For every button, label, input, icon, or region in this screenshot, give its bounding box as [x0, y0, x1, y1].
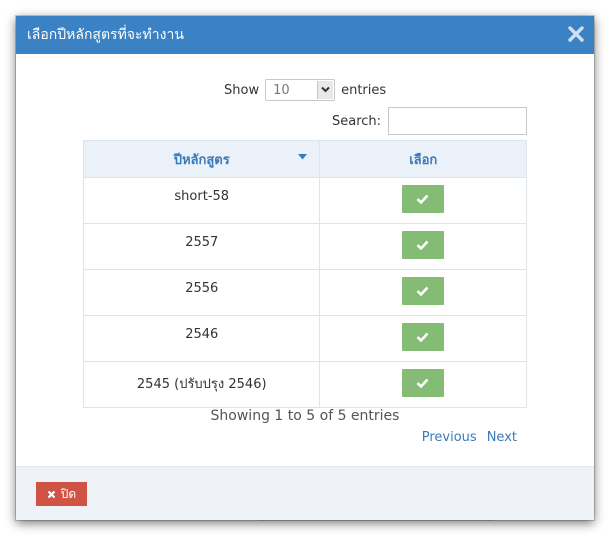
chevron-down-icon[interactable] [317, 81, 334, 99]
select-row-button[interactable] [402, 369, 445, 397]
column-header-select-label: เลือก [409, 152, 438, 168]
row-action-cell [319, 315, 527, 362]
next-page-link[interactable]: Next [487, 430, 517, 445]
entries-select-value: 10 [273, 83, 290, 98]
show-label: Show [224, 82, 260, 98]
search-control: Search: [332, 107, 528, 135]
column-header-year[interactable]: ปีหลักสูตร [82, 140, 321, 178]
table-row: 2557 [82, 223, 527, 270]
sort-desc-icon [298, 154, 308, 160]
row-action-cell [319, 177, 527, 224]
check-icon [416, 332, 429, 342]
row-year-cell: 2557 [82, 223, 321, 270]
table-header-row: ปีหลักสูตร เลือก [82, 140, 527, 178]
table-row: 2545 (ปรับปรุง 2546) [82, 361, 527, 408]
select-row-button[interactable] [402, 185, 445, 213]
search-label: Search: [332, 113, 382, 129]
curriculum-table: ปีหลักสูตร เลือก short-58 2557 2556 2546… [82, 140, 527, 408]
search-input[interactable] [388, 107, 528, 135]
entries-select[interactable]: 10 [265, 79, 336, 101]
check-icon [416, 378, 429, 388]
select-row-button[interactable] [402, 231, 445, 259]
modal-title: เลือกปีหลักสูตรที่จะทำงาน [27, 27, 184, 43]
column-header-select[interactable]: เลือก [319, 140, 527, 178]
close-button-label: ปิด [60, 486, 77, 501]
row-year-cell: 2546 [82, 315, 321, 362]
table-row: 2556 [82, 269, 527, 316]
check-icon [416, 194, 429, 204]
modal-footer: ปิด [16, 466, 594, 520]
column-header-year-label: ปีหลักสูตร [173, 152, 230, 168]
close-button[interactable]: ปิด [36, 482, 87, 506]
check-icon [416, 286, 429, 296]
row-action-cell [319, 223, 527, 270]
row-year-cell: short-58 [82, 177, 321, 224]
entries-length-control: Show 10 entries [224, 78, 386, 102]
select-row-button[interactable] [402, 277, 445, 305]
entries-label: entries [341, 82, 387, 98]
select-curriculum-modal: เลือกปีหลักสูตรที่จะทำงาน Show 10 entrie… [16, 16, 594, 520]
row-year-cell: 2556 [82, 269, 321, 316]
close-icon[interactable] [567, 25, 585, 43]
row-action-cell [319, 269, 527, 316]
table-row: 2546 [82, 315, 527, 362]
pagination: Previous Next [422, 430, 517, 445]
times-icon [47, 490, 56, 498]
table-row: short-58 [82, 177, 527, 224]
row-year-cell: 2545 (ปรับปรุง 2546) [82, 361, 321, 408]
row-action-cell [319, 361, 527, 408]
table-info: Showing 1 to 5 of 5 entries [210, 408, 400, 424]
check-icon [416, 240, 429, 250]
modal-header: เลือกปีหลักสูตรที่จะทำงาน [16, 16, 594, 54]
previous-page-link[interactable]: Previous [422, 430, 477, 445]
select-row-button[interactable] [402, 323, 445, 351]
